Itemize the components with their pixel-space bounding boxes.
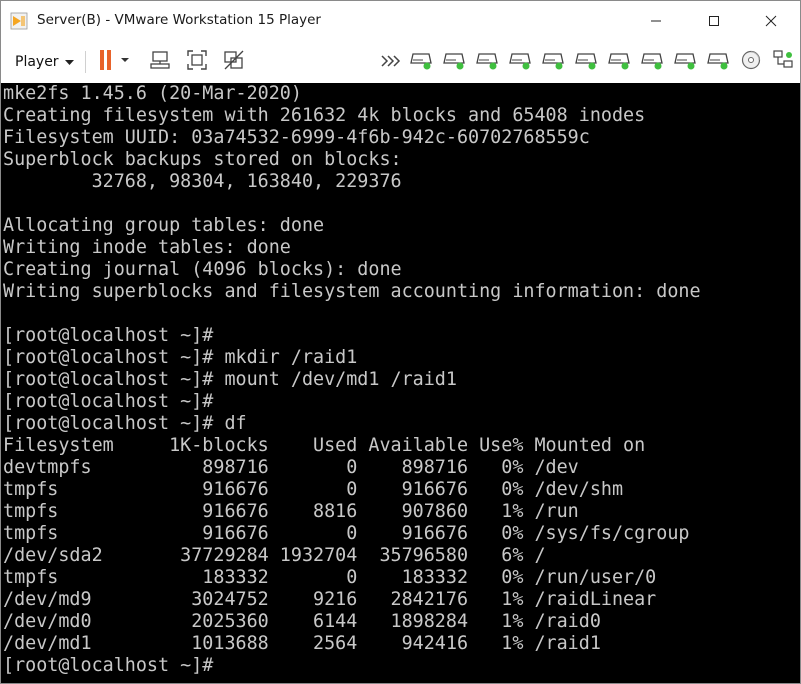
terminal-line: [root@localhost ~]# — [3, 655, 214, 676]
terminal-line: [root@localhost ~]# mount /dev/md1 /raid… — [3, 369, 457, 390]
terminal-line: /dev/md9 3024752 9216 2842176 1% /raidLi… — [3, 589, 657, 610]
hard-disk-button-4[interactable] — [507, 49, 533, 75]
terminal-line: Filesystem 1K-blocks Used Available Use%… — [3, 435, 646, 456]
title-bar[interactable]: Server(B) - VMware Workstation 15 Player — [1, 1, 800, 41]
hard-disk-icon — [508, 49, 532, 75]
more-devices-icon — [380, 53, 402, 72]
hard-disk-button-3[interactable] — [474, 49, 500, 75]
hard-disk-button-1[interactable] — [408, 49, 434, 75]
maximize-icon — [708, 15, 720, 27]
hard-disk-icon — [607, 49, 631, 75]
terminal-line: Creating journal (4096 blocks): done — [3, 259, 402, 280]
cd-dvd-button[interactable] — [738, 49, 764, 75]
send-ctrl-alt-del-icon — [149, 49, 171, 75]
terminal-line: Allocating group tables: done — [3, 215, 325, 236]
terminal-line: Filesystem UUID: 03a74532-6999-4f6b-942c… — [3, 127, 590, 148]
terminal-line: /dev/md0 2025360 6144 1898284 1% /raid0 — [3, 611, 601, 632]
send-ctrl-alt-del-button[interactable] — [147, 49, 173, 75]
hard-disk-icon — [541, 49, 565, 75]
window-title: Server(B) - VMware Workstation 15 Player — [37, 12, 321, 28]
terminal-line: 32768, 98304, 163840, 229376 — [3, 171, 402, 192]
terminal-line: [root@localhost ~]# — [3, 325, 214, 346]
hard-disk-icon — [409, 49, 433, 75]
hard-disk-button-6[interactable] — [573, 49, 599, 75]
close-icon — [765, 15, 777, 27]
network-icon — [772, 49, 794, 75]
terminal-line: Writing superblocks and filesystem accou… — [3, 281, 701, 302]
player-menu-label: Player — [15, 54, 59, 70]
vmware-player-icon — [10, 12, 28, 30]
fit-guest-button[interactable] — [184, 49, 210, 75]
pause-button[interactable] — [94, 49, 134, 75]
toolbar-separator — [85, 51, 86, 73]
terminal-line: Creating filesystem with 261632 4k block… — [3, 105, 646, 126]
cd-dvd-icon — [740, 49, 762, 75]
hard-disk-icon — [673, 49, 697, 75]
terminal-line: /dev/sda2 37729284 1932704 35796580 6% / — [3, 545, 546, 566]
hard-disk-icon — [574, 49, 598, 75]
hard-disk-icon — [706, 49, 730, 75]
terminal-line: tmpfs 916676 0 916676 0% /sys/fs/cgroup — [3, 523, 690, 544]
terminal-line: [root@localhost ~]# — [3, 391, 214, 412]
hard-disk-icon — [442, 49, 466, 75]
terminal-line: [root@localhost ~]# df — [3, 413, 247, 434]
vm-console[interactable]: mke2fs 1.45.6 (20-Mar-2020) Creating file… — [1, 83, 800, 683]
pause-icon — [96, 49, 132, 75]
unity-button[interactable] — [221, 49, 247, 75]
more-devices-button[interactable] — [378, 49, 404, 75]
hard-disk-button-10[interactable] — [705, 49, 731, 75]
terminal-line: tmpfs 916676 8816 907860 1% /run — [3, 501, 579, 522]
hard-disk-icon — [475, 49, 499, 75]
terminal-line: devtmpfs 898716 0 898716 0% /dev — [3, 457, 579, 478]
terminal-line: [root@localhost ~]# mkdir /raid1 — [3, 347, 358, 368]
terminal-line: tmpfs 183332 0 183332 0% /run/user/0 — [3, 567, 657, 588]
unity-icon — [223, 49, 245, 75]
terminal-line: Superblock backups stored on blocks: — [3, 149, 402, 170]
hard-disk-button-7[interactable] — [606, 49, 632, 75]
terminal-line: tmpfs 916676 0 916676 0% /dev/shm — [3, 479, 624, 500]
terminal-line: mke2fs 1.45.6 (20-Mar-2020) — [3, 83, 302, 104]
vmware-window: Server(B) - VMware Workstation 15 Player… — [0, 0, 801, 684]
toolbar: Player — [1, 41, 800, 83]
fit-guest-icon — [186, 49, 208, 75]
chevron-down-icon — [64, 54, 74, 70]
hard-disk-button-5[interactable] — [540, 49, 566, 75]
terminal-line: /dev/md1 1013688 2564 942416 1% /raid1 — [3, 633, 601, 654]
player-menu-button[interactable]: Player — [9, 49, 80, 75]
close-button[interactable] — [742, 1, 800, 41]
maximize-button[interactable] — [685, 1, 743, 41]
minimize-icon — [650, 15, 662, 27]
hard-disk-button-2[interactable] — [441, 49, 467, 75]
hard-disk-button-8[interactable] — [639, 49, 665, 75]
network-button[interactable] — [770, 49, 796, 75]
hard-disk-icon — [640, 49, 664, 75]
terminal-line: Writing inode tables: done — [3, 237, 291, 258]
hard-disk-button-9[interactable] — [672, 49, 698, 75]
minimize-button[interactable] — [627, 1, 685, 41]
